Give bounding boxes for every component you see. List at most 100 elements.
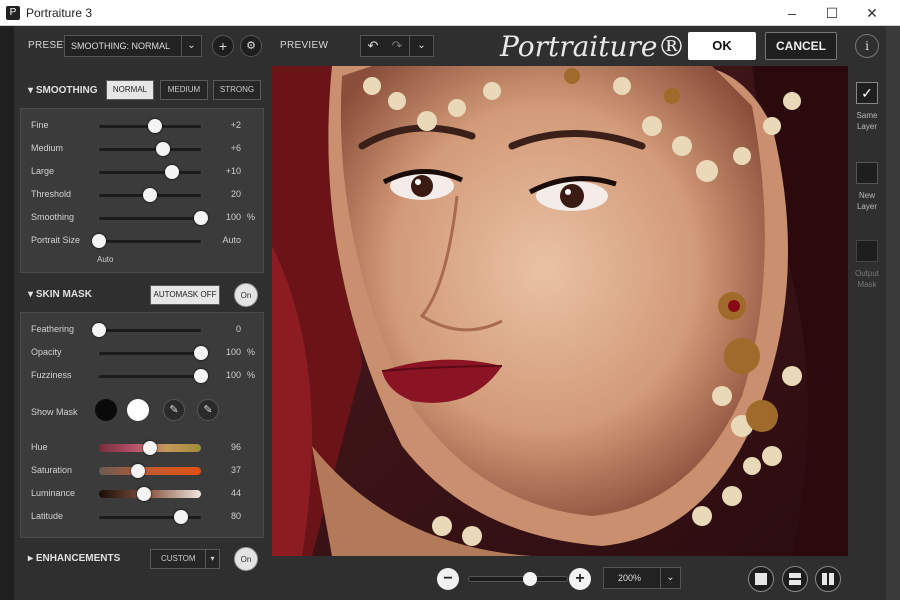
slider-label: Fine [31, 120, 49, 130]
slider-track[interactable] [99, 375, 201, 378]
mode-medium-button[interactable]: MEDIUM [160, 80, 208, 100]
undo-icon[interactable]: ↶ [361, 36, 385, 56]
slider-label: Latitude [31, 511, 64, 521]
slider-handle[interactable] [173, 510, 188, 524]
zoom-select[interactable]: 200% ⌄ [603, 567, 681, 589]
slider-handle[interactable] [92, 234, 106, 248]
slider-track[interactable] [99, 352, 201, 355]
slider-handle[interactable] [143, 188, 157, 202]
slider-row: Feathering 0 [21, 321, 265, 339]
slider-label: Portrait Size [31, 235, 81, 245]
slider-value: 0 [235, 324, 241, 334]
slider-unit: % [247, 347, 256, 357]
slider-handle[interactable] [143, 441, 157, 455]
zoom-slider-handle[interactable] [523, 572, 537, 586]
slider-track[interactable] [99, 148, 201, 151]
same-layer-label: Same Layer [856, 111, 878, 131]
enhancements-toggle[interactable]: On [234, 547, 258, 571]
enhancements-select[interactable]: CUSTOM ▾ [150, 549, 220, 569]
slider-handle[interactable] [156, 142, 171, 156]
slider-value: 37 [230, 465, 241, 475]
slider-track[interactable] [99, 171, 201, 174]
slider-handle[interactable] [148, 119, 163, 133]
slider-value: 100 [225, 347, 241, 357]
smoothing-panel: Fine +2 Medium +6 Large +10 Threshold 20 Smoothi… [20, 108, 264, 273]
zoom-in-button[interactable]: + [569, 568, 591, 590]
slider-track[interactable] [99, 329, 201, 332]
smoothing-title: ▾ SMOOTHING [28, 85, 98, 96]
slider-row: Luminance 44 [21, 485, 265, 503]
new-layer-label: New Layer [856, 191, 877, 211]
skin-mask-panel: Show Mask ✎ ✎ Feathering 0 Opacity 100% Fuzz… [20, 312, 264, 538]
split-left-icon [822, 573, 827, 585]
minimize-button[interactable]: – [772, 0, 812, 26]
slider-label: Large [31, 166, 55, 176]
gear-icon[interactable]: ⚙ [240, 35, 262, 57]
enhancements-preset: CUSTOM [161, 554, 196, 563]
window-title: Portraiture 3 [26, 6, 93, 20]
same-layer-checkbox[interactable]: ✓ [856, 82, 878, 104]
close-button[interactable]: ✕ [852, 0, 892, 26]
zoom-slider[interactable] [468, 576, 568, 582]
history-controls: ↶ ↷ ⌄ [360, 35, 434, 57]
mask-color-black[interactable] [95, 399, 117, 421]
eyedropper-plus-icon[interactable]: ✎ [197, 399, 219, 421]
slider-value: 100 [225, 212, 241, 222]
background-host-app [0, 26, 14, 600]
add-preset-button[interactable]: + [212, 35, 234, 57]
title-bar: P Portraiture 3 – ☐ ✕ [0, 0, 900, 26]
slider-handle[interactable] [165, 165, 180, 179]
slider-track[interactable] [99, 467, 201, 475]
eyedropper-icon[interactable]: ✎ [163, 399, 185, 421]
enhancements-title: ▸ ENHANCEMENTS [28, 553, 121, 564]
slider-label: Feathering [31, 324, 75, 334]
preview-image[interactable] [272, 66, 848, 556]
window-edge [886, 26, 900, 600]
preset-value: SMOOTHING: NORMAL [71, 41, 171, 51]
ok-button[interactable]: OK [688, 32, 756, 60]
slider-track[interactable] [99, 240, 201, 243]
slider-handle[interactable] [130, 464, 145, 478]
cancel-button[interactable]: CANCEL [765, 32, 837, 60]
automask-button[interactable]: AUTOMASK OFF [150, 285, 220, 305]
single-view-icon [755, 573, 767, 585]
mode-strong-button[interactable]: STRONG [213, 80, 261, 100]
skin-mask-toggle[interactable]: On [234, 283, 258, 307]
slider-unit: % [247, 212, 256, 222]
redo-icon[interactable]: ↷ [385, 36, 409, 56]
portrait-size-sub: Auto [97, 255, 114, 264]
slider-value: 100 [225, 370, 241, 380]
slider-value: 80 [230, 511, 241, 521]
preset-select[interactable]: SMOOTHING: NORMAL ⌄ [64, 35, 202, 57]
slider-row: Threshold 20 [21, 186, 265, 204]
slider-handle[interactable] [194, 369, 208, 383]
view-split-vertical-button[interactable] [815, 566, 841, 592]
output-mask-checkbox[interactable] [856, 240, 878, 262]
slider-handle[interactable] [136, 487, 151, 501]
mask-color-white[interactable] [127, 399, 149, 421]
new-layer-checkbox[interactable] [856, 162, 878, 184]
app-icon: P [6, 6, 20, 20]
slider-track[interactable] [99, 217, 201, 220]
slider-label: Fuzziness [31, 370, 72, 380]
info-icon[interactable]: i [855, 34, 879, 58]
skin-mask-header[interactable]: ▾ SKIN MASK [20, 282, 264, 308]
maximize-button[interactable]: ☐ [812, 0, 852, 26]
slider-label: Threshold [31, 189, 72, 199]
slider-handle[interactable] [92, 323, 106, 337]
slider-value: +2 [230, 120, 241, 130]
slider-row: Smoothing 100% [21, 209, 265, 227]
chevron-down-icon[interactable]: ⌄ [409, 36, 433, 56]
chevron-down-icon: ▾ [205, 550, 219, 568]
view-split-horizontal-button[interactable] [782, 566, 808, 592]
slider-value: +10 [225, 166, 241, 176]
enhancements-header[interactable]: ▸ ENHANCEMENTS [20, 546, 264, 572]
slider-row: Fuzziness 100% [21, 367, 265, 385]
view-single-button[interactable] [748, 566, 774, 592]
slider-handle[interactable] [194, 211, 208, 225]
zoom-out-button[interactable]: − [437, 568, 459, 590]
slider-row: Fine +2 [21, 117, 265, 135]
mode-normal-button[interactable]: NORMAL [106, 80, 154, 100]
slider-handle[interactable] [194, 346, 208, 360]
split-top-icon [789, 573, 801, 578]
